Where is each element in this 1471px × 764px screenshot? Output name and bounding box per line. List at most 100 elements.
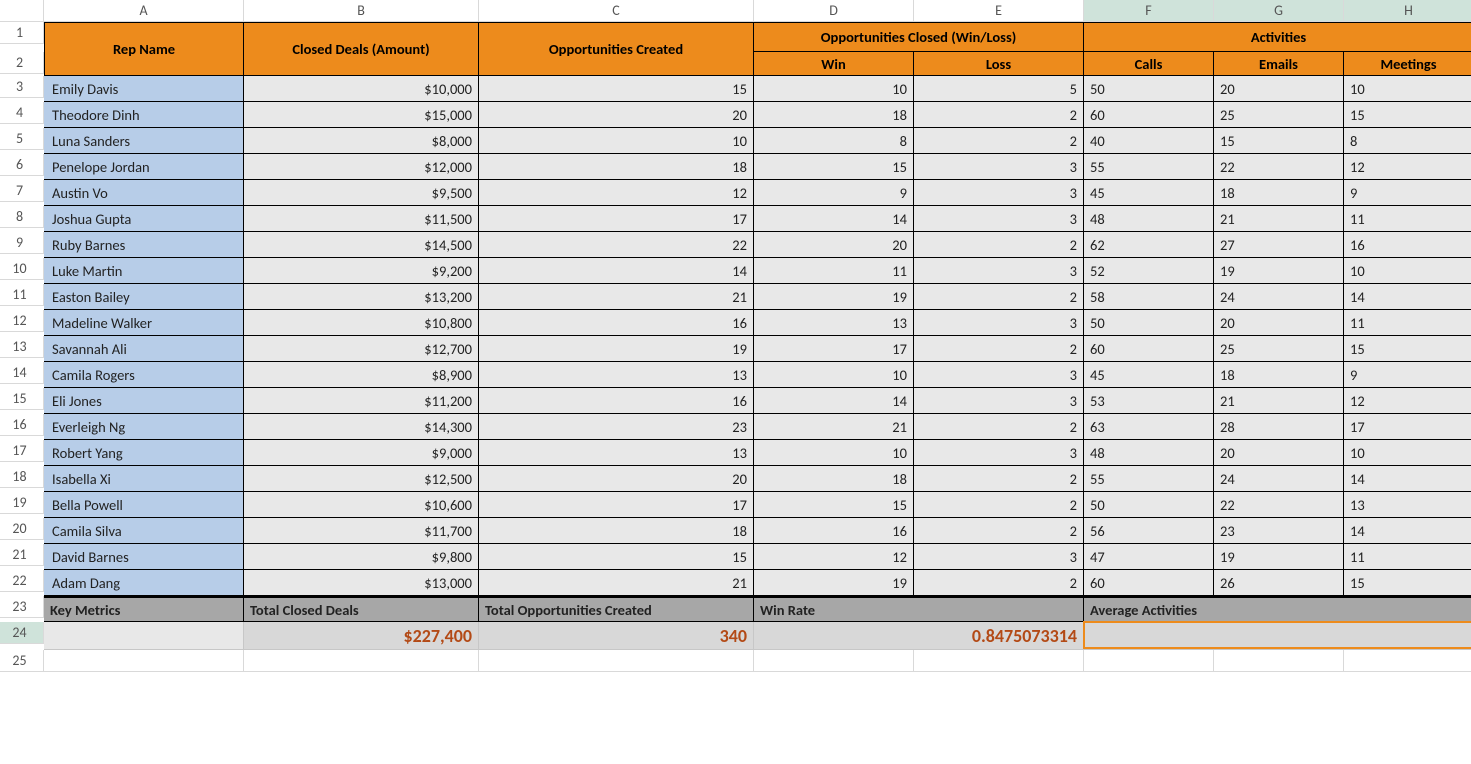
cell-loss[interactable]: 2: [914, 102, 1084, 128]
cell-rep-name[interactable]: David Barnes: [44, 544, 244, 570]
empty-cell[interactable]: [44, 650, 244, 672]
cell-meetings[interactable]: 14: [1344, 466, 1471, 492]
cell-win[interactable]: 13: [754, 310, 914, 336]
cell-emails[interactable]: 28: [1214, 414, 1344, 440]
cell-opp[interactable]: 10: [479, 128, 754, 154]
cell-rep-name[interactable]: Eli Jones: [44, 388, 244, 414]
cell-meetings[interactable]: 15: [1344, 102, 1471, 128]
row-header[interactable]: 13: [0, 336, 44, 358]
cell-rep-name[interactable]: Theodore Dinh: [44, 102, 244, 128]
cell-rep-name[interactable]: Luke Martin: [44, 258, 244, 284]
cell-loss[interactable]: 2: [914, 466, 1084, 492]
cell-meetings[interactable]: 10: [1344, 440, 1471, 466]
row-header[interactable]: 8: [0, 206, 44, 228]
cell-loss[interactable]: 3: [914, 362, 1084, 388]
cell-loss[interactable]: 3: [914, 180, 1084, 206]
cell-calls[interactable]: 60: [1084, 570, 1214, 596]
empty-cell[interactable]: [754, 650, 914, 672]
cell-calls[interactable]: 58: [1084, 284, 1214, 310]
row-header[interactable]: 18: [0, 466, 44, 488]
cell-emails[interactable]: 20: [1214, 310, 1344, 336]
cell-calls[interactable]: 52: [1084, 258, 1214, 284]
cell-amount[interactable]: $14,500: [244, 232, 479, 258]
cell-loss[interactable]: 3: [914, 258, 1084, 284]
cell-win[interactable]: 15: [754, 154, 914, 180]
cell-opp[interactable]: 22: [479, 232, 754, 258]
column-header[interactable]: A: [44, 0, 244, 22]
cell-amount[interactable]: $14,300: [244, 414, 479, 440]
cell-amount[interactable]: $12,000: [244, 154, 479, 180]
cell-calls[interactable]: 55: [1084, 154, 1214, 180]
row-header[interactable]: 9: [0, 232, 44, 254]
cell-loss[interactable]: 2: [914, 336, 1084, 362]
cell-meetings[interactable]: 15: [1344, 570, 1471, 596]
cell-emails[interactable]: 18: [1214, 180, 1344, 206]
avg-activities-label[interactable]: Average Activities: [1084, 596, 1471, 622]
cell-emails[interactable]: 26: [1214, 570, 1344, 596]
cell-opp[interactable]: 14: [479, 258, 754, 284]
cell-calls[interactable]: 60: [1084, 102, 1214, 128]
cell-opp[interactable]: 21: [479, 570, 754, 596]
cell-emails[interactable]: 15: [1214, 128, 1344, 154]
cell-amount[interactable]: $8,000: [244, 128, 479, 154]
cell-amount[interactable]: $9,000: [244, 440, 479, 466]
row-header[interactable]: 3: [0, 76, 44, 98]
cell-win[interactable]: 19: [754, 570, 914, 596]
cell-amount[interactable]: $11,200: [244, 388, 479, 414]
cell-rep-name[interactable]: Camila Rogers: [44, 362, 244, 388]
cell-rep-name[interactable]: Robert Yang: [44, 440, 244, 466]
cell-opp[interactable]: 21: [479, 284, 754, 310]
cell-rep-name[interactable]: Luna Sanders: [44, 128, 244, 154]
cell-win[interactable]: 18: [754, 102, 914, 128]
cell-rep-name[interactable]: Adam Dang: [44, 570, 244, 596]
cell-amount[interactable]: $12,500: [244, 466, 479, 492]
cell-calls[interactable]: 50: [1084, 310, 1214, 336]
cell-rep-name[interactable]: Austin Vo: [44, 180, 244, 206]
row-header[interactable]: 22: [0, 570, 44, 592]
cell-calls[interactable]: 45: [1084, 180, 1214, 206]
cell-opp[interactable]: 13: [479, 440, 754, 466]
cell-meetings[interactable]: 17: [1344, 414, 1471, 440]
cell-win[interactable]: 18: [754, 466, 914, 492]
cell-amount[interactable]: $10,000: [244, 76, 479, 102]
cell-loss[interactable]: 2: [914, 570, 1084, 596]
column-header[interactable]: E: [914, 0, 1084, 22]
cell-meetings[interactable]: 16: [1344, 232, 1471, 258]
cell-meetings[interactable]: 9: [1344, 180, 1471, 206]
cell-amount[interactable]: $12,700: [244, 336, 479, 362]
cell-meetings[interactable]: 12: [1344, 388, 1471, 414]
cell-calls[interactable]: 50: [1084, 492, 1214, 518]
corner-cell[interactable]: [0, 0, 44, 22]
row-header[interactable]: 20: [0, 518, 44, 540]
cell-emails[interactable]: 20: [1214, 440, 1344, 466]
cell-meetings[interactable]: 11: [1344, 206, 1471, 232]
row-header[interactable]: 16: [0, 414, 44, 436]
summary-win-rate[interactable]: 0.8475073314: [754, 622, 1084, 650]
total-closed-label[interactable]: Total Closed Deals: [244, 596, 479, 622]
row-header[interactable]: 7: [0, 180, 44, 202]
cell-calls[interactable]: 48: [1084, 440, 1214, 466]
cell-calls[interactable]: 63: [1084, 414, 1214, 440]
row-header[interactable]: 5: [0, 128, 44, 150]
cell-meetings[interactable]: 13: [1344, 492, 1471, 518]
cell-win[interactable]: 15: [754, 492, 914, 518]
row-header[interactable]: 10: [0, 258, 44, 280]
cell-opp[interactable]: 23: [479, 414, 754, 440]
cell-win[interactable]: 17: [754, 336, 914, 362]
empty-cell[interactable]: [244, 650, 479, 672]
cell-rep-name[interactable]: Isabella Xi: [44, 466, 244, 492]
cell-meetings[interactable]: 12: [1344, 154, 1471, 180]
empty-cell[interactable]: [1214, 650, 1344, 672]
cell-rep-name[interactable]: Camila Silva: [44, 518, 244, 544]
cell-amount[interactable]: $13,200: [244, 284, 479, 310]
cell-calls[interactable]: 45: [1084, 362, 1214, 388]
cell-amount[interactable]: $8,900: [244, 362, 479, 388]
cell-win[interactable]: 16: [754, 518, 914, 544]
cell-win[interactable]: 10: [754, 440, 914, 466]
empty-cell[interactable]: [1344, 650, 1471, 672]
row-header[interactable]: 6: [0, 154, 44, 176]
cell-win[interactable]: 14: [754, 388, 914, 414]
row-header[interactable]: 19: [0, 492, 44, 514]
cell-opp[interactable]: 20: [479, 466, 754, 492]
cell-loss[interactable]: 2: [914, 284, 1084, 310]
